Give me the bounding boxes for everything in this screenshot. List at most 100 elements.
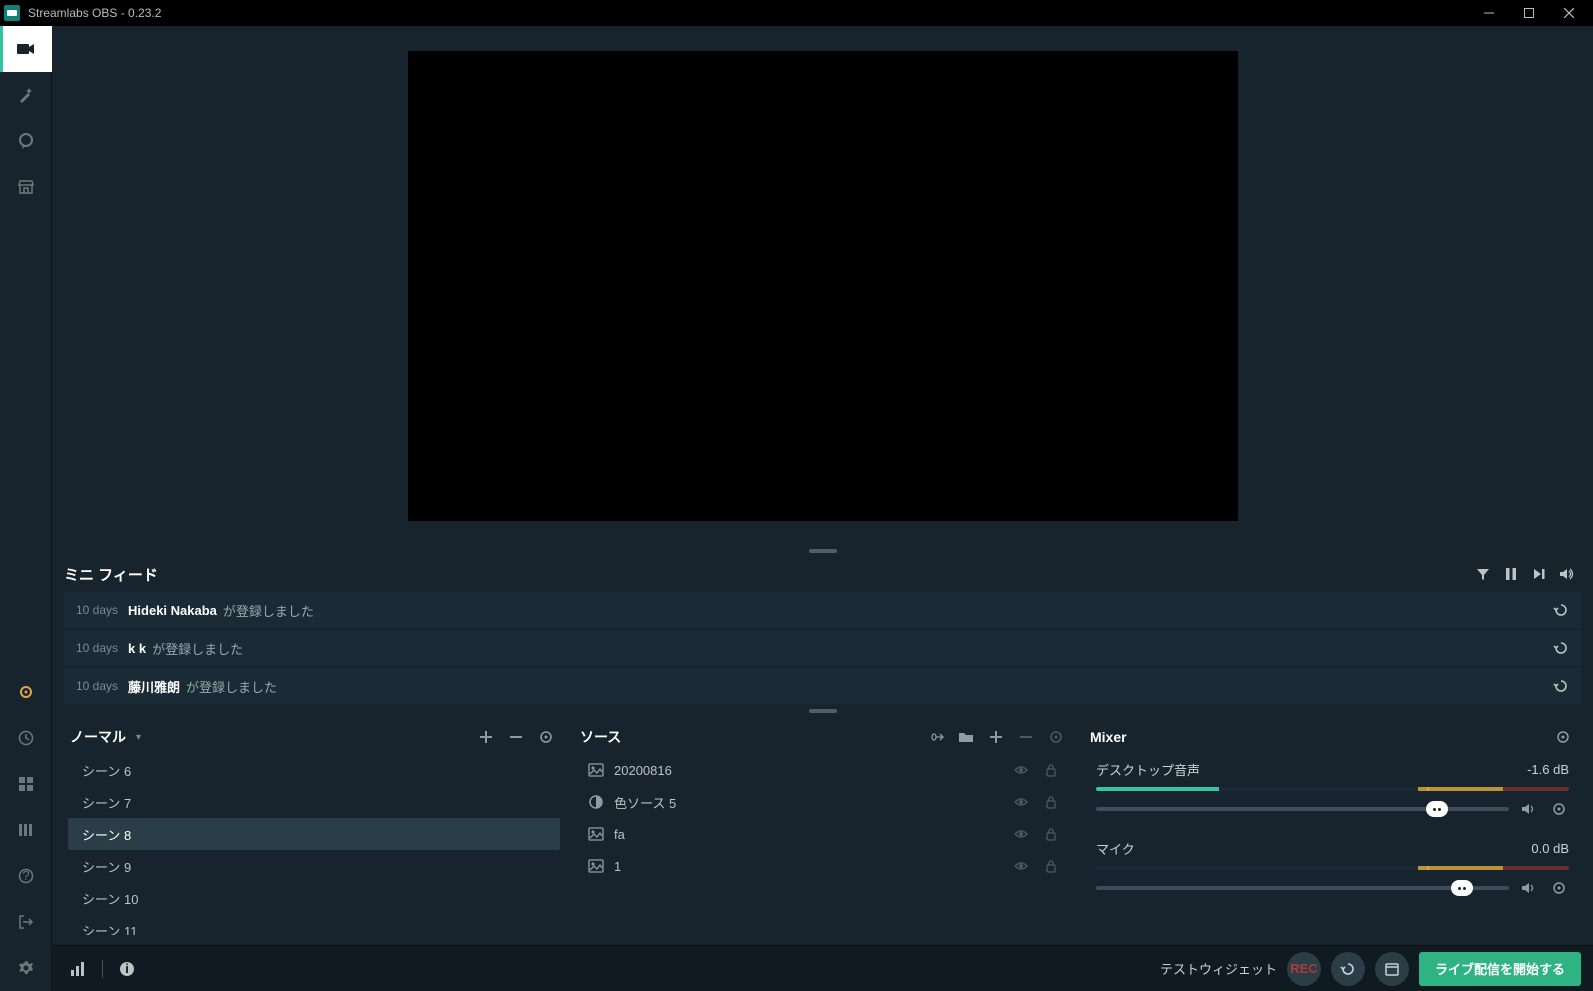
- columns-icon: [18, 822, 34, 838]
- go-live-button[interactable]: ライブ配信を開始する: [1419, 952, 1581, 986]
- eye-icon: [1014, 763, 1028, 777]
- channel-mute-button[interactable]: [1519, 878, 1539, 898]
- scene-item[interactable]: シーン 7: [68, 786, 560, 818]
- nav-help[interactable]: ?: [0, 853, 52, 899]
- feed-pause-button[interactable]: [1497, 560, 1525, 588]
- gear-icon: [18, 960, 34, 976]
- drag-handle-top[interactable]: [52, 546, 1593, 556]
- gear-icon: [1552, 802, 1566, 816]
- source-lock-button[interactable]: [1042, 761, 1060, 779]
- gear-icon: [539, 730, 553, 744]
- feed-retry-button[interactable]: [1553, 640, 1569, 656]
- volume-slider[interactable]: [1096, 799, 1569, 819]
- test-widget-button[interactable]: テストウィジェット: [1160, 959, 1277, 978]
- schedule-button[interactable]: [1375, 952, 1409, 986]
- scene-item[interactable]: シーン 10: [68, 882, 560, 914]
- nav-logout[interactable]: [0, 899, 52, 945]
- volume-slider[interactable]: [1096, 878, 1569, 898]
- maximize-button[interactable]: [1509, 0, 1549, 26]
- preview-area[interactable]: [52, 26, 1593, 546]
- source-visibility-button[interactable]: [1012, 793, 1030, 811]
- nav-apps[interactable]: [0, 761, 52, 807]
- nav-editor[interactable]: [0, 26, 52, 72]
- grid-icon: [18, 776, 34, 792]
- refresh-icon: [1553, 602, 1569, 618]
- scenes-mode-label[interactable]: ノーマル: [70, 727, 126, 747]
- feed-mute-button[interactable]: [1553, 560, 1581, 588]
- source-settings-button[interactable]: [1044, 725, 1068, 749]
- stats-icon: [70, 961, 86, 977]
- help-icon: ?: [18, 868, 34, 884]
- scene-settings-button[interactable]: [534, 725, 558, 749]
- source-visibility-button[interactable]: [1012, 761, 1030, 779]
- scene-item[interactable]: シーン 6: [68, 754, 560, 786]
- feed-action: が登録しました: [223, 601, 314, 620]
- feed-retry-button[interactable]: [1553, 678, 1569, 694]
- source-lock-button[interactable]: [1042, 857, 1060, 875]
- mixer-channel-level: 0.0 dB: [1531, 841, 1569, 856]
- stats-button[interactable]: [64, 955, 92, 983]
- divider: [102, 960, 103, 978]
- source-item[interactable]: 1: [578, 850, 1070, 882]
- scene-remove-button[interactable]: [504, 725, 528, 749]
- nav-layout[interactable]: [0, 807, 52, 853]
- channel-settings-button[interactable]: [1549, 799, 1569, 819]
- channel-settings-button[interactable]: [1549, 878, 1569, 898]
- info-icon: i: [119, 961, 135, 977]
- feed-time: 10 days: [76, 641, 118, 655]
- source-item[interactable]: fa: [578, 818, 1070, 850]
- replay-button[interactable]: [1331, 952, 1365, 986]
- nav-history[interactable]: [0, 715, 52, 761]
- eye-icon: [1014, 795, 1028, 809]
- drag-handle-mid[interactable]: [52, 706, 1593, 716]
- feed-retry-button[interactable]: [1553, 602, 1569, 618]
- camera-icon: [17, 42, 35, 56]
- channel-mute-button[interactable]: [1519, 799, 1539, 819]
- scene-add-button[interactable]: [474, 725, 498, 749]
- skip-icon: [1532, 567, 1546, 581]
- feed-skip-button[interactable]: [1525, 560, 1553, 588]
- mixer-panel: Mixer デスクトップ音声-1.6 dBマイク0.0 dB: [1084, 720, 1581, 935]
- source-visibility-button[interactable]: [1012, 825, 1030, 843]
- preview-canvas[interactable]: [408, 51, 1238, 521]
- source-lock-button[interactable]: [1042, 825, 1060, 843]
- lock-icon: [1044, 859, 1058, 873]
- nav-settings[interactable]: [0, 945, 52, 991]
- audio-meter: [1096, 866, 1569, 870]
- sources-title: ソース: [580, 727, 621, 747]
- source-transition-button[interactable]: [924, 725, 948, 749]
- source-visibility-button[interactable]: [1012, 857, 1030, 875]
- source-folder-button[interactable]: [954, 725, 978, 749]
- minimize-button[interactable]: [1469, 0, 1509, 26]
- info-button[interactable]: i: [113, 955, 141, 983]
- source-item[interactable]: 20200816: [578, 754, 1070, 786]
- feed-item: 10 daysHideki Nakabaが登録しました: [64, 592, 1581, 628]
- transition-icon: [928, 730, 944, 744]
- record-button[interactable]: REC: [1287, 952, 1321, 986]
- nav-notifications[interactable]: [0, 669, 52, 715]
- source-add-button[interactable]: [984, 725, 1008, 749]
- scene-item[interactable]: シーン 11: [68, 914, 560, 935]
- feed-action: が登録しました: [186, 677, 277, 696]
- image-icon: [588, 762, 604, 778]
- nav-store[interactable]: [0, 164, 52, 210]
- source-remove-button[interactable]: [1014, 725, 1038, 749]
- lock-icon: [1044, 763, 1058, 777]
- close-button[interactable]: [1549, 0, 1589, 26]
- lock-icon: [1044, 795, 1058, 809]
- scene-item[interactable]: シーン 9: [68, 850, 560, 882]
- gear-highlight-icon: [18, 684, 34, 700]
- scene-item[interactable]: シーン 8: [68, 818, 560, 850]
- side-nav: ?: [0, 26, 52, 991]
- chevron-down-icon[interactable]: ▾: [136, 732, 141, 743]
- nav-chat[interactable]: [0, 118, 52, 164]
- source-item[interactable]: 色ソース 5: [578, 786, 1070, 818]
- eye-icon: [1014, 859, 1028, 873]
- svg-text:i: i: [125, 961, 129, 976]
- mixer-settings-button[interactable]: [1551, 725, 1575, 749]
- nav-themes[interactable]: [0, 72, 52, 118]
- plus-icon: [989, 730, 1003, 744]
- feed-filter-button[interactable]: [1469, 560, 1497, 588]
- source-lock-button[interactable]: [1042, 793, 1060, 811]
- feed-action: が登録しました: [152, 639, 243, 658]
